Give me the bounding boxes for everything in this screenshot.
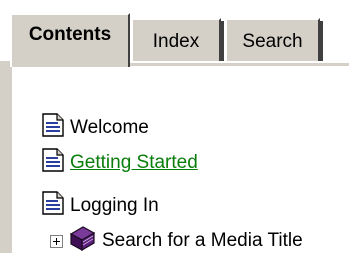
book-icon <box>68 225 96 253</box>
tree-item-label: Getting Started <box>70 152 198 173</box>
help-window: Contents Index Search Welcome Getting St… <box>0 0 349 253</box>
tab-index-shadow <box>221 21 224 61</box>
tree-item-label: Welcome <box>70 117 149 138</box>
tree-item-label: Logging In <box>70 195 159 216</box>
tree-item-label: Search for a Media Title <box>102 230 303 251</box>
tab-panel-left-border <box>0 61 12 253</box>
tab-index[interactable]: Index <box>131 18 221 61</box>
tab-index-label: Index <box>152 31 200 52</box>
expand-plus-icon[interactable] <box>50 234 63 248</box>
document-icon <box>42 191 64 221</box>
document-icon <box>42 113 64 143</box>
tab-search-shadow <box>320 21 323 61</box>
document-icon <box>42 148 64 178</box>
tab-search[interactable]: Search <box>225 18 320 61</box>
tree-item-welcome[interactable]: Welcome <box>42 113 149 143</box>
tree-item-getting-started[interactable]: Getting Started <box>42 148 198 178</box>
tree-item-logging-in[interactable]: Logging In <box>42 191 159 221</box>
tab-contents[interactable]: Contents <box>10 13 130 67</box>
tab-strip: Contents Index Search <box>0 0 349 67</box>
tab-contents-label: Contents <box>28 24 112 45</box>
tab-search-label: Search <box>242 31 303 52</box>
contents-tree: Welcome Getting Started Logging In Searc… <box>12 66 349 253</box>
tree-item-search-media-title[interactable]: Search for a Media Title <box>50 226 303 253</box>
